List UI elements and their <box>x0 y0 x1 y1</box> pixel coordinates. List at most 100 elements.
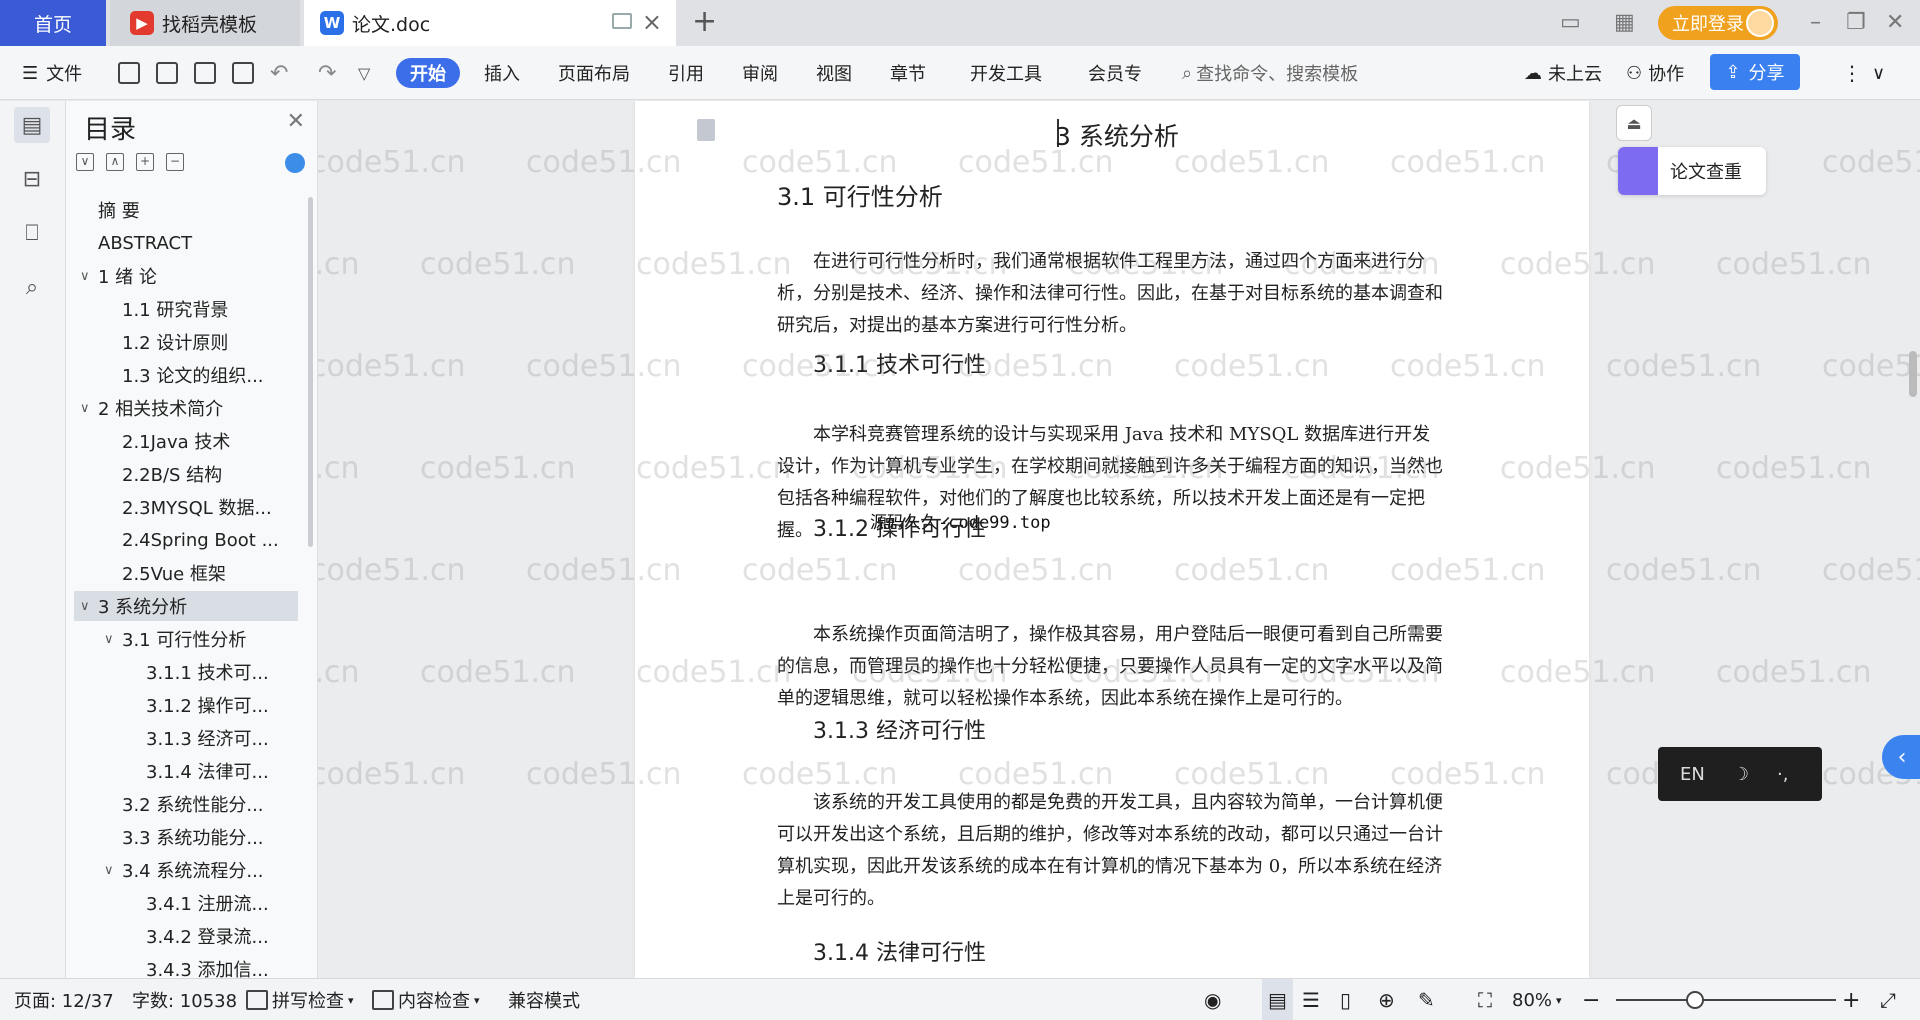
side-collapse-icon[interactable]: ⏏ <box>1616 105 1652 141</box>
chevron-down-icon[interactable]: ∨ <box>80 401 98 416</box>
web-view-icon[interactable]: ⊕ <box>1378 979 1395 1020</box>
tab-home[interactable]: 首页 <box>0 0 106 46</box>
print-icon[interactable] <box>194 46 216 100</box>
toc-item[interactable]: 3.4.1 注册流... <box>74 888 298 918</box>
new-tab-button[interactable]: + <box>692 4 717 39</box>
toc-item[interactable]: 3.1.1 技术可... <box>74 657 298 687</box>
close-icon[interactable]: ✕ <box>287 109 305 134</box>
file-menu[interactable]: ☰ 文件 <box>22 46 82 100</box>
toc-item[interactable]: ABSTRACT <box>74 228 298 258</box>
zoom-slider-knob[interactable] <box>1686 991 1704 1009</box>
tab-view[interactable]: 视图 <box>816 46 852 100</box>
fullscreen-icon[interactable]: ⤢ <box>1880 979 1896 1020</box>
toc-item[interactable]: ∨ 3.4 系统流程分... <box>74 855 298 885</box>
vertical-scrollbar[interactable] <box>1906 101 1920 978</box>
zoom-in-icon[interactable]: + <box>1842 979 1860 1020</box>
monitor-icon[interactable] <box>612 13 632 29</box>
zoom-out-icon[interactable]: − <box>1582 979 1600 1020</box>
toc-item[interactable]: 2.3MYSQL 数据... <box>74 492 298 522</box>
collapse-all-icon[interactable]: ∧ <box>106 153 124 171</box>
document-page[interactable]: 3 系统分析 3.1 可行性分析 在进行可行性分析时，我们通常根据软件工程里方法… <box>635 101 1589 978</box>
tab-document[interactable]: W 论文.doc × <box>304 0 676 46</box>
tab-page-layout[interactable]: 页面布局 <box>558 46 630 100</box>
remove-heading-icon[interactable]: − <box>166 153 184 171</box>
share-button[interactable]: ⇪ 分享 <box>1710 54 1800 90</box>
toc-item[interactable]: ∨ 3.1 可行性分析 <box>74 624 298 654</box>
close-tab-icon[interactable]: × <box>642 8 662 36</box>
page-view-icon[interactable]: ▤ <box>1262 979 1293 1020</box>
spell-check[interactable]: 拼写检查 ▾ <box>246 979 354 1020</box>
toc-item[interactable]: 3.2 系统性能分... <box>74 789 298 819</box>
toc-item[interactable]: 1.1 研究背景 <box>74 294 298 324</box>
moon-icon[interactable]: ☽ <box>1733 764 1749 785</box>
toc-item[interactable]: 3.4.2 登录流... <box>74 921 298 951</box>
chevron-down-icon[interactable]: ∨ <box>80 599 98 614</box>
paper-check-button[interactable]: 论文查重 <box>1618 147 1766 195</box>
maximize-icon[interactable]: ❐ <box>1846 10 1866 35</box>
toc-scrollbar[interactable] <box>308 197 313 547</box>
toc-item[interactable]: 3.1.3 经济可... <box>74 723 298 753</box>
find-icon[interactable]: ⌕ <box>14 269 50 305</box>
toc-item[interactable]: 3.4.3 添加信... <box>74 954 298 978</box>
reading-view-icon[interactable]: ▯ <box>1340 979 1351 1020</box>
tab-member[interactable]: 会员专 <box>1088 46 1142 100</box>
apps-grid-icon[interactable]: ▦ <box>1614 10 1635 35</box>
print-preview-icon[interactable] <box>232 46 254 100</box>
punctuation-icon[interactable]: ·, <box>1777 764 1788 785</box>
tab-references[interactable]: 引用 <box>668 46 704 100</box>
ai-assistant-icon[interactable] <box>285 153 305 173</box>
tab-developer[interactable]: 开发工具 <box>970 46 1042 100</box>
expand-all-icon[interactable]: ∨ <box>76 153 94 171</box>
scrollbar-thumb[interactable] <box>1909 351 1917 397</box>
quick-access-dropdown-icon[interactable]: ▽ <box>358 46 370 100</box>
cloud-status[interactable]: ☁ 未上云 <box>1524 46 1602 100</box>
toc-item[interactable]: 3.1.4 法律可... <box>74 756 298 786</box>
tab-review[interactable]: 审阅 <box>742 46 778 100</box>
toc-item[interactable]: 1.3 论文的组织... <box>74 360 298 390</box>
page-options-icon[interactable] <box>697 119 715 141</box>
tab-template[interactable]: ▶ 找稻壳模板 <box>110 0 300 46</box>
close-window-icon[interactable]: ✕ <box>1886 10 1904 35</box>
ime-toolbar[interactable]: EN ☽ ·, <box>1658 747 1822 801</box>
tab-start[interactable]: 开始 <box>396 58 460 88</box>
zoom-slider[interactable] <box>1616 999 1836 1001</box>
add-heading-icon[interactable]: + <box>136 153 154 171</box>
ime-language[interactable]: EN <box>1680 764 1705 785</box>
outline-view-icon[interactable]: ☰ <box>1302 979 1320 1020</box>
toc-item[interactable]: 摘 要 <box>74 195 298 225</box>
toc-item[interactable]: 2.1Java 技术 <box>74 426 298 456</box>
save-icon[interactable] <box>118 46 140 100</box>
toc-item[interactable]: 3.3 系统功能分... <box>74 822 298 852</box>
tab-chapter[interactable]: 章节 <box>890 46 926 100</box>
toc-item[interactable]: 2.4Spring Boot ... <box>74 525 298 555</box>
content-check[interactable]: 内容检查 ▾ <box>372 979 480 1020</box>
toc-panel-icon[interactable]: ▤ <box>14 107 50 143</box>
more-icon[interactable]: ⋮ <box>1842 46 1862 100</box>
word-count[interactable]: 字数: 10538 <box>132 979 237 1020</box>
toc-item[interactable]: ∨ 2 相关技术简介 <box>74 393 298 423</box>
toc-item[interactable]: 1.2 设计原则 <box>74 327 298 357</box>
chevron-down-icon[interactable]: ∨ <box>104 863 122 878</box>
layout-icon[interactable]: ▭ <box>1560 10 1581 35</box>
collapse-ribbon-icon[interactable]: ∨ <box>1872 46 1885 100</box>
minimize-icon[interactable]: – <box>1810 10 1821 35</box>
toc-item[interactable]: 2.2B/S 结构 <box>74 459 298 489</box>
toc-item[interactable]: 2.5Vue 框架 <box>74 558 298 588</box>
command-search[interactable]: ⌕ 查找命令、搜索模板 <box>1182 46 1358 100</box>
toc-item[interactable]: 3.1.2 操作可... <box>74 690 298 720</box>
page-indicator[interactable]: 页面: 12/37 <box>14 979 114 1020</box>
collaborate-button[interactable]: ⚇ 协作 <box>1626 46 1684 100</box>
login-button[interactable]: 立即登录 <box>1658 6 1778 40</box>
redo-icon[interactable]: ↷ <box>318 46 336 100</box>
eye-icon[interactable]: ◉ <box>1204 979 1221 1020</box>
navigation-icon[interactable]: ⊟ <box>14 161 50 197</box>
tab-insert[interactable]: 插入 <box>484 46 520 100</box>
toc-item[interactable]: ∨ 3 系统分析 <box>74 591 298 621</box>
fit-page-icon[interactable]: ⛶ <box>1478 979 1492 1020</box>
zoom-level[interactable]: 80% ▾ <box>1512 979 1562 1020</box>
bookmark-icon[interactable]: ⎕ <box>14 215 50 251</box>
pen-icon[interactable]: ✎ <box>1418 979 1435 1020</box>
export-icon[interactable] <box>156 46 178 100</box>
toc-item[interactable]: ∨ 1 绪 论 <box>74 261 298 291</box>
chevron-down-icon[interactable]: ∨ <box>80 269 98 284</box>
